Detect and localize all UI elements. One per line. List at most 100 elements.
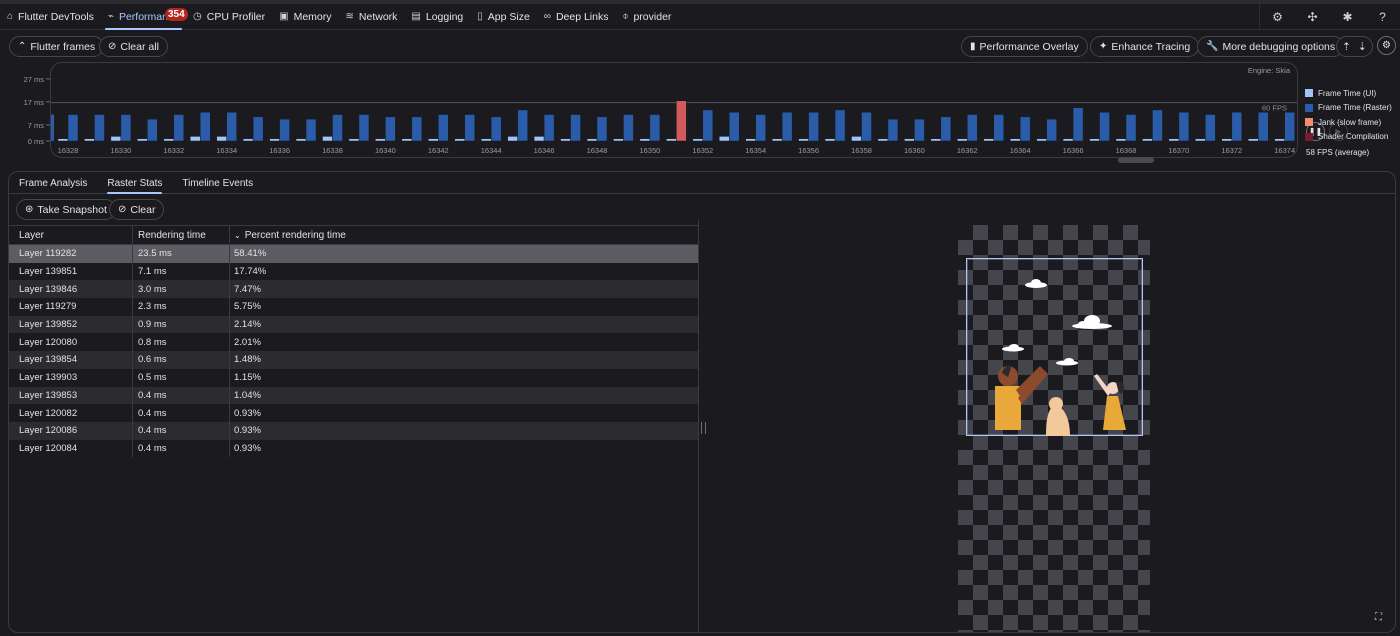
layer-name-cell: Layer 120080 — [9, 333, 133, 352]
layer-name-cell: Layer 119279 — [9, 298, 133, 316]
cloud-icon — [1072, 315, 1112, 329]
performance-toolbar: ⌃ Flutter frames ⊘ Clear all ▮ Performance … — [0, 34, 1400, 58]
column-header-percent[interactable]: ⌄ Percent rendering time — [230, 226, 698, 244]
table-row[interactable]: Layer 119279 2.3 ms 5.75% — [9, 298, 698, 316]
percent-cell: 0.93% — [234, 442, 261, 454]
bar-chart-icon: ▮ — [970, 41, 976, 52]
top-nav-bar: ⌂ Flutter DevTools ⌁ Performance ◷ CPU Prof… — [0, 0, 1400, 30]
table-header: Layer Rendering time ⌄ Percent rendering … — [9, 225, 698, 245]
y-tick-label: 27 ms — [24, 75, 45, 84]
block-icon: ⊘ — [118, 204, 127, 215]
table-row[interactable]: Layer 139854 0.6 ms 1.48% — [9, 351, 698, 369]
more-debugging-options-button[interactable]: 🔧 More debugging options — [1197, 36, 1345, 57]
legend-swatch — [1305, 132, 1313, 141]
flutter-frames-chart: 0 ms 7 ms 17 ms 27 ms 60 FPS Engine: Skia 1632… — [0, 60, 1400, 170]
rendering-time-cell: 3.0 ms — [133, 280, 230, 299]
rendering-time-cell: 0.4 ms — [133, 404, 230, 422]
percent-cell: 0.93% — [234, 425, 261, 437]
legend-swatch — [1305, 89, 1313, 98]
chart-frame — [50, 62, 1298, 158]
column-header-rendering-time[interactable]: Rendering time — [133, 226, 230, 244]
upload-icon[interactable]: ⇡ — [1342, 41, 1351, 53]
table-row[interactable]: Layer 139846 3.0 ms 7.47% — [9, 280, 698, 299]
wifi-icon: ≋ — [345, 11, 354, 22]
top-right-actions: ⚙ ✣ ✱ ? — [1259, 4, 1400, 30]
split-drag-handle[interactable] — [701, 422, 706, 434]
tab-frame-analysis[interactable]: Frame Analysis — [9, 172, 97, 194]
tab-app-size[interactable]: ▯ App Size — [470, 4, 537, 30]
clear-all-button[interactable]: ⊘ Clear all — [99, 36, 168, 57]
block-icon: ⊘ — [108, 41, 117, 52]
dog-figure — [1046, 397, 1070, 436]
gear-icon: ⚙ — [1382, 40, 1391, 51]
tab-cpu-profiler[interactable]: ◷ CPU Profiler — [186, 4, 272, 30]
table-row[interactable]: Layer 120086 0.4 ms 0.93% — [9, 421, 698, 440]
rendering-time-cell: 0.6 ms — [133, 351, 230, 369]
fullscreen-icon[interactable]: ⛶ — [1375, 612, 1382, 623]
tab-deep-links[interactable]: ∞ Deep Links — [537, 4, 616, 30]
layer-name-cell: Layer 139854 — [9, 351, 133, 369]
notification-badge: 354 — [165, 8, 188, 21]
table-row[interactable]: Layer 119282 23.5 ms 58.41% — [9, 245, 698, 263]
camera-icon: ⊛ — [25, 204, 34, 215]
flutter-frames-button[interactable]: ⌃ Flutter frames — [9, 36, 105, 57]
percent-cell: 2.14% — [234, 319, 261, 331]
table-row[interactable]: Layer 120084 0.4 ms 0.93% — [9, 439, 698, 458]
legend-item-jank: Jank (slow frame) — [1305, 115, 1400, 130]
y-tick-label: 7 ms — [28, 121, 45, 130]
bug-icon[interactable]: ✱ — [1330, 10, 1365, 24]
rendering-time-cell: 0.4 ms — [133, 386, 230, 405]
tab-logging[interactable]: ▤ Logging — [404, 4, 470, 30]
table-row[interactable]: Layer 139851 7.1 ms 17.74% — [9, 262, 698, 281]
import-export-group: ⇡ ⇣ — [1336, 36, 1373, 57]
legend-item-raster: Frame Time (Raster) — [1305, 101, 1400, 116]
legend-item-shader: Shader Compilation — [1305, 130, 1400, 145]
extension-icon[interactable]: ✣ — [1295, 10, 1330, 24]
tab-provider[interactable]: ⌽ provider — [615, 4, 678, 30]
rendering-time-cell: 23.5 ms — [133, 245, 230, 263]
table-row[interactable]: Layer 139853 0.4 ms 1.04% — [9, 386, 698, 405]
table-row[interactable]: Layer 139903 0.5 ms 1.15% — [9, 368, 698, 387]
percent-cell: 5.75% — [234, 301, 261, 313]
settings-icon[interactable]: ⚙ — [1260, 10, 1295, 24]
pulse-icon: ⌁ — [107, 11, 114, 22]
tab-memory[interactable]: ▣ Memory — [272, 4, 338, 30]
clear-button[interactable]: ⊘ Clear — [109, 199, 165, 220]
enhance-tracing-button[interactable]: ✦ Enhance Tracing — [1090, 36, 1200, 57]
details-tabs: Frame Analysis Raster Stats Timeline Eve… — [9, 172, 1395, 194]
cloud-icon — [1002, 344, 1024, 352]
layer-name-cell: Layer 119282 — [9, 245, 133, 263]
tab-network[interactable]: ≋ Network — [339, 4, 405, 30]
split-divider — [698, 220, 699, 632]
cloud-icon — [1025, 279, 1047, 288]
legend-item-ui: Frame Time (UI) — [1305, 86, 1400, 101]
tab-raster-stats[interactable]: Raster Stats — [97, 172, 172, 194]
tab-flutter-devtools[interactable]: ⌂ Flutter DevTools — [0, 4, 101, 30]
rendering-time-cell: 2.3 ms — [133, 298, 230, 316]
girl-figure — [1094, 374, 1126, 430]
rendering-time-cell: 0.8 ms — [133, 333, 230, 352]
settings-button[interactable]: ⚙ — [1377, 36, 1396, 55]
chart-legend: Frame Time (UI) Frame Time (Raster) Jank… — [1305, 86, 1400, 144]
help-icon[interactable]: ? — [1365, 10, 1400, 24]
legend-swatch — [1305, 118, 1313, 127]
rendering-time-cell: 0.4 ms — [133, 439, 230, 458]
tab-timeline-events[interactable]: Timeline Events — [172, 172, 263, 194]
percent-cell: 1.04% — [234, 389, 261, 401]
chart-scrollbar[interactable] — [1118, 157, 1154, 163]
performance-overlay-button[interactable]: ▮ Performance Overlay — [961, 36, 1088, 57]
download-icon[interactable]: ⇣ — [1358, 41, 1367, 53]
y-tick-label: 17 ms — [24, 98, 45, 107]
rendering-time-cell: 0.4 ms — [133, 421, 230, 440]
timer-icon: ◷ — [193, 11, 202, 22]
take-snapshot-button[interactable]: ⊛ Take Snapshot — [16, 199, 116, 220]
percent-cell: 17.74% — [234, 266, 267, 278]
column-header-layer[interactable]: Layer — [9, 226, 133, 244]
percent-cell: 1.48% — [234, 354, 261, 366]
table-row[interactable]: Layer 120082 0.4 ms 0.93% — [9, 404, 698, 422]
table-row[interactable]: Layer 120080 0.8 ms 2.01% — [9, 333, 698, 352]
chevron-up-icon: ⌃ — [18, 41, 27, 52]
percent-cell: 58.41% — [234, 248, 267, 260]
table-row[interactable]: Layer 139852 0.9 ms 2.14% — [9, 315, 698, 334]
layer-preview-illustration — [995, 279, 1126, 436]
